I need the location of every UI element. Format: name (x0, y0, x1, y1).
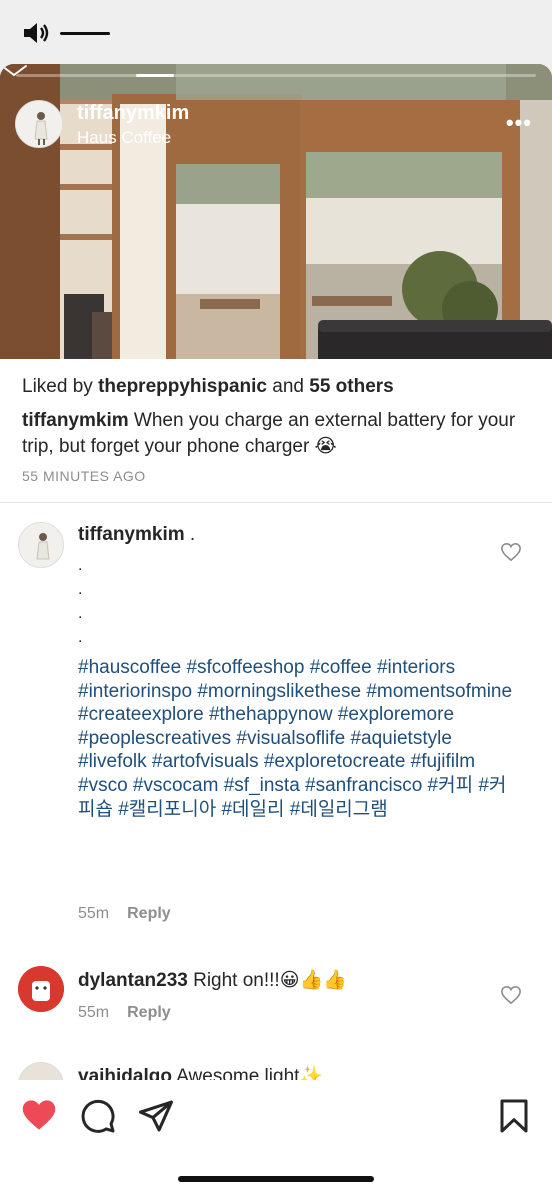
comment-meta: 55m Reply (78, 905, 171, 923)
likes-line[interactable]: Liked by thepreppyhispanic and 55 others (22, 376, 394, 398)
comment-icon[interactable] (80, 1098, 116, 1134)
profile-figure-icon (16, 101, 62, 147)
comment-meta: 55m Reply (78, 1004, 171, 1022)
more-options-icon[interactable]: ••• (506, 112, 532, 134)
liked-and: and (272, 376, 304, 397)
liked-user[interactable]: thepreppyhispanic (98, 376, 267, 397)
caption-username[interactable]: tiffanymkim (22, 410, 129, 431)
profile-illustration-icon (18, 966, 64, 1012)
comment-age: 55m (78, 1004, 110, 1021)
post-username[interactable]: tiffanymkim (77, 102, 189, 125)
dot-line: . (78, 629, 83, 646)
profile-figure-icon (19, 523, 63, 567)
post-sheet: tiffanymkim Haus Coffee ••• Liked by the… (0, 64, 552, 1195)
divider (0, 502, 552, 503)
bookmark-icon[interactable] (498, 1098, 530, 1134)
post-photo[interactable]: tiffanymkim Haus Coffee ••• (0, 64, 552, 359)
chevron-down-icon[interactable] (0, 64, 28, 78)
dot-line: . (78, 581, 83, 598)
share-icon[interactable] (137, 1099, 175, 1133)
comment-age: 55m (78, 905, 110, 922)
heart-outline-icon[interactable] (500, 542, 522, 562)
liked-prefix: Liked by (22, 376, 93, 397)
post-timestamp: 55 MINUTES AGO (22, 468, 146, 484)
dot-line: . (78, 557, 83, 574)
post-caption: tiffanymkim When you charge an external … (22, 408, 532, 460)
avatar[interactable] (18, 522, 64, 568)
comment-hashtags[interactable]: #hauscoffee #sfcoffeeshop #coffee #inter… (78, 656, 518, 821)
speaker-icon (24, 23, 49, 43)
avatar[interactable] (15, 100, 63, 148)
story-progress-bar (16, 74, 536, 77)
comment-text: Awesome light✨ (176, 1066, 324, 1080)
comment-username[interactable]: tiffanymkim (78, 524, 185, 545)
liked-others[interactable]: 55 others (309, 376, 393, 397)
progress-fill (136, 74, 174, 77)
avatar[interactable] (18, 1062, 64, 1080)
volume-indicator (22, 20, 110, 46)
comment-username[interactable]: vaihidalgo (78, 1066, 172, 1080)
reply-button[interactable]: Reply (127, 905, 171, 922)
heart-filled-icon[interactable] (20, 1098, 58, 1132)
heart-outline-icon[interactable] (500, 985, 522, 1005)
comment-username[interactable]: dylantan233 (78, 970, 188, 991)
reply-button[interactable]: Reply (127, 1004, 171, 1021)
comment-body: vaihidalgo Awesome light✨ (78, 1064, 323, 1080)
comment-dots: . . . . (78, 554, 82, 650)
dot-line: . (78, 605, 83, 622)
post-location[interactable]: Haus Coffee (77, 128, 171, 148)
comment-text: . (189, 524, 196, 545)
volume-level-bar (60, 31, 110, 35)
comment-body: tiffanymkim . (78, 524, 195, 546)
comment-text: Right on!!!😀👍👍 (193, 970, 347, 991)
avatar[interactable] (18, 966, 64, 1012)
home-indicator[interactable] (178, 1176, 374, 1182)
comment-clipped: vaihidalgo Awesome light✨ (0, 1054, 552, 1080)
comment-body: dylantan233 Right on!!!😀👍👍 (78, 968, 347, 992)
